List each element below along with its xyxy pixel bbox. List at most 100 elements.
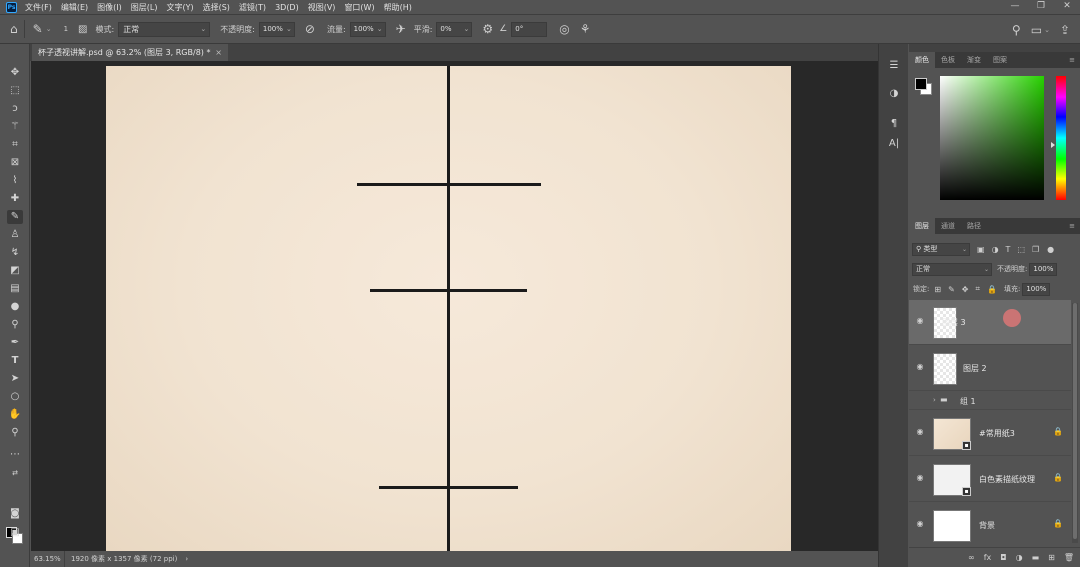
- smoothing-options-gear-icon[interactable]: ⚙: [482, 22, 493, 36]
- color-picker-field[interactable]: [940, 76, 1044, 200]
- chevron-down-icon[interactable]: ⌄: [1044, 26, 1050, 34]
- swap-colors-icon[interactable]: ⇄: [7, 466, 23, 480]
- document-tab[interactable]: 杯子透视讲解.psd @ 63.2% (图层 3, RGB/8) * ×: [32, 44, 228, 61]
- chevron-down-icon[interactable]: ⌄: [46, 25, 52, 33]
- filter-shape-icon[interactable]: ⬚: [1017, 245, 1025, 254]
- layer-name[interactable]: 图层 3: [942, 317, 966, 328]
- link-layers-icon[interactable]: ∞: [968, 553, 975, 562]
- layer-name[interactable]: 白色素描纸纹理: [979, 474, 1035, 485]
- zoom-tool-icon[interactable]: ⚲: [7, 426, 23, 440]
- document-canvas[interactable]: [106, 66, 791, 551]
- panel-menu-icon[interactable]: ≡: [1069, 52, 1075, 68]
- filter-smart-object-icon[interactable]: ❐: [1032, 245, 1039, 254]
- filter-type-icon[interactable]: T: [1006, 245, 1011, 254]
- home-icon[interactable]: ⌂: [10, 22, 18, 36]
- filter-pixel-icon[interactable]: ▣: [977, 245, 985, 254]
- filter-toggle-icon[interactable]: ●: [1047, 245, 1054, 254]
- flow-field[interactable]: 100% ⌄: [349, 21, 386, 37]
- close-tab-icon[interactable]: ×: [215, 44, 222, 61]
- lock-position-icon[interactable]: ✥: [962, 285, 969, 294]
- filter-adjustment-icon[interactable]: ◑: [992, 245, 999, 254]
- clone-stamp-tool-icon[interactable]: ♙: [7, 228, 23, 242]
- frame-tool-icon[interactable]: ⊠: [7, 156, 23, 170]
- status-menu-arrow-icon[interactable]: ›: [185, 551, 188, 567]
- adjustment-layer-icon[interactable]: ◑: [1016, 553, 1023, 562]
- airbrush-icon[interactable]: ✈: [396, 22, 406, 36]
- layer-row-layer3[interactable]: ◉ 图层 3: [909, 300, 1071, 345]
- tab-patterns[interactable]: 图案: [987, 52, 1013, 68]
- tab-gradients[interactable]: 渐变: [961, 52, 987, 68]
- hand-tool-icon[interactable]: ✋: [7, 408, 23, 422]
- visibility-eye-icon[interactable]: ◉: [914, 427, 926, 437]
- menu-layer[interactable]: 图层(L): [131, 2, 158, 13]
- history-brush-tool-icon[interactable]: ↯: [7, 246, 23, 260]
- search-icon[interactable]: ⚲: [1012, 23, 1021, 37]
- layer-row-group1[interactable]: › ▬ 组 1: [909, 392, 1071, 410]
- hue-slider-marker[interactable]: [1051, 142, 1055, 148]
- menu-help[interactable]: 帮助(H): [384, 2, 412, 13]
- new-layer-icon[interactable]: ⊞: [1048, 553, 1055, 562]
- more-tools-icon[interactable]: ⋯: [7, 448, 23, 462]
- move-tool-icon[interactable]: ✥: [7, 66, 23, 80]
- zoom-level[interactable]: 63.15%: [31, 551, 65, 567]
- eyedropper-tool-icon[interactable]: ⌇: [7, 174, 23, 188]
- minimize-button[interactable]: —: [1002, 0, 1028, 14]
- quick-mask-icon[interactable]: ◙: [7, 507, 23, 521]
- menu-image[interactable]: 图像(I): [97, 2, 122, 13]
- layer-filter-select[interactable]: ⚲ 类型 ⌄: [912, 242, 970, 256]
- smoothing-field[interactable]: 0% ⌄: [436, 21, 473, 37]
- menu-3d[interactable]: 3D(D): [275, 3, 299, 12]
- properties-panel-icon[interactable]: ☰: [886, 58, 902, 74]
- layers-scrollbar-thumb[interactable]: [1073, 303, 1077, 539]
- tab-paths[interactable]: 路径: [961, 218, 987, 234]
- expand-arrow-icon[interactable]: ›: [933, 396, 936, 404]
- visibility-eye-icon[interactable]: ◉: [914, 473, 926, 483]
- screen-mode-icon[interactable]: ▣: [7, 526, 23, 540]
- pen-tool-icon[interactable]: ✒: [7, 336, 23, 350]
- paragraph-panel-icon[interactable]: ¶: [886, 116, 902, 132]
- blend-mode-select[interactable]: 正常 ⌄: [912, 262, 992, 276]
- crop-tool-icon[interactable]: ⌗: [7, 138, 23, 152]
- layer-row-sketch-texture[interactable]: ◉ ▪ 白色素描纸纹理 🔒: [909, 457, 1071, 502]
- layer-row-background[interactable]: ◉ 背景 🔒: [909, 503, 1071, 548]
- marquee-tool-icon[interactable]: ⬚: [7, 84, 23, 98]
- layers-scrollbar[interactable]: [1072, 303, 1078, 543]
- opacity-field[interactable]: 100% ⌄: [258, 21, 295, 37]
- layer-row-layer2[interactable]: ◉ 图层 2: [909, 346, 1071, 391]
- pressure-opacity-icon[interactable]: ⊘: [305, 22, 315, 36]
- new-group-icon[interactable]: ▬: [1032, 553, 1040, 562]
- brush-size-value[interactable]: 1: [64, 25, 68, 33]
- visibility-eye-icon[interactable]: ◉: [914, 519, 926, 529]
- close-window-button[interactable]: ✕: [1054, 0, 1080, 14]
- ellipse-tool-icon[interactable]: ○: [7, 390, 23, 404]
- blur-tool-icon[interactable]: ●: [7, 300, 23, 314]
- magic-wand-tool-icon[interactable]: ⚚: [7, 120, 23, 134]
- tab-layers[interactable]: 图层: [909, 218, 935, 234]
- brush-tool-icon[interactable]: ✎: [7, 210, 23, 224]
- hue-slider[interactable]: [1056, 76, 1066, 200]
- layer-name[interactable]: 图层 2: [963, 363, 987, 374]
- menu-filter[interactable]: 滤镜(T): [239, 2, 266, 13]
- adjustments-panel-icon[interactable]: ◑: [886, 86, 902, 102]
- angle-field[interactable]: 0°: [511, 21, 548, 37]
- character-panel-icon[interactable]: A|: [886, 136, 902, 152]
- lock-all-icon[interactable]: 🔒: [987, 285, 997, 294]
- lock-image-icon[interactable]: ✎: [948, 285, 955, 294]
- canvas-area[interactable]: [31, 61, 878, 551]
- visibility-eye-icon[interactable]: ◉: [914, 316, 926, 326]
- lock-artboard-icon[interactable]: ⌗: [975, 284, 980, 294]
- layer-row-paper[interactable]: ◉ ▪ #常用纸3 🔒: [909, 411, 1071, 456]
- type-tool-icon[interactable]: T: [7, 354, 23, 368]
- menu-window[interactable]: 窗口(W): [344, 2, 374, 13]
- tab-channels[interactable]: 通道: [935, 218, 961, 234]
- pressure-size-icon[interactable]: ◎: [559, 22, 569, 36]
- eraser-tool-icon[interactable]: ◩: [7, 264, 23, 278]
- menu-view[interactable]: 视图(V): [308, 2, 336, 13]
- panel-menu-icon[interactable]: ≡: [1069, 218, 1075, 234]
- healing-brush-tool-icon[interactable]: ✚: [7, 192, 23, 206]
- menu-edit[interactable]: 编辑(E): [61, 2, 88, 13]
- brush-settings-panel-icon[interactable]: ▨: [78, 24, 87, 35]
- mode-select[interactable]: 正常 ⌄: [118, 21, 211, 37]
- menu-type[interactable]: 文字(Y): [166, 2, 193, 13]
- maximize-button[interactable]: ❐: [1028, 0, 1054, 14]
